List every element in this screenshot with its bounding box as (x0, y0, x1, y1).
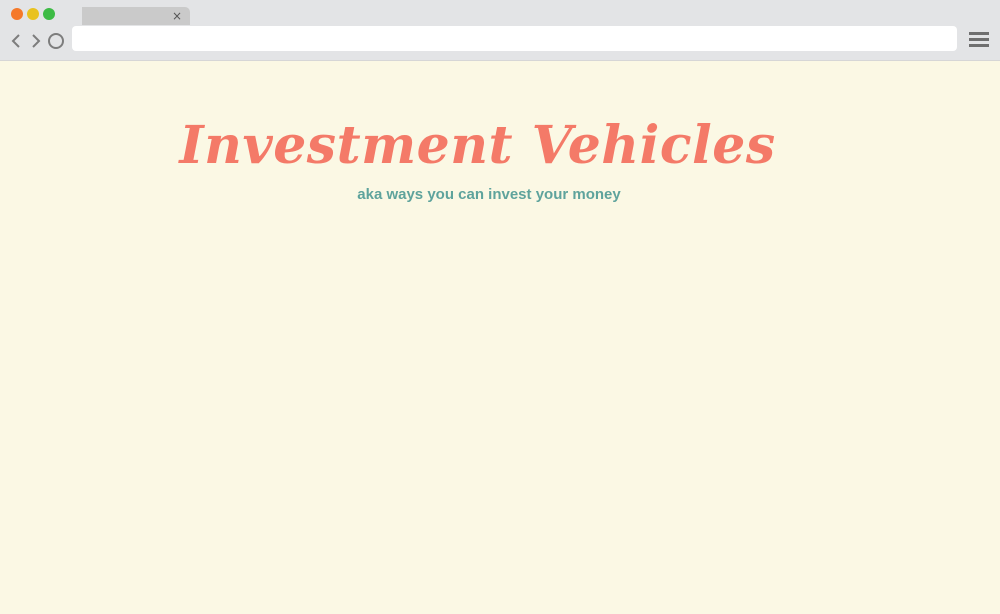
browser-tab[interactable]: × (82, 7, 190, 25)
hamburger-menu-icon[interactable] (969, 32, 989, 48)
page-title: Investment Vehicles (179, 115, 776, 176)
menu-bar-line (969, 44, 989, 47)
close-icon[interactable]: × (172, 8, 182, 24)
window-close-button[interactable] (11, 8, 23, 20)
window-maximize-button[interactable] (43, 8, 55, 20)
menu-bar-line (969, 32, 989, 35)
page-subtitle: aka ways you can invest your money (357, 186, 621, 203)
browser-toolbar: × (0, 0, 1000, 61)
back-icon[interactable] (8, 31, 24, 51)
forward-icon[interactable] (28, 31, 44, 51)
reload-icon[interactable] (48, 33, 64, 49)
window-minimize-button[interactable] (27, 8, 39, 20)
browser-window: × Investment Vehicles aka ways you can i… (0, 0, 1000, 614)
address-bar[interactable] (72, 26, 957, 51)
page-content: Investment Vehicles aka ways you can inv… (0, 61, 1000, 614)
menu-bar-line (969, 38, 989, 41)
